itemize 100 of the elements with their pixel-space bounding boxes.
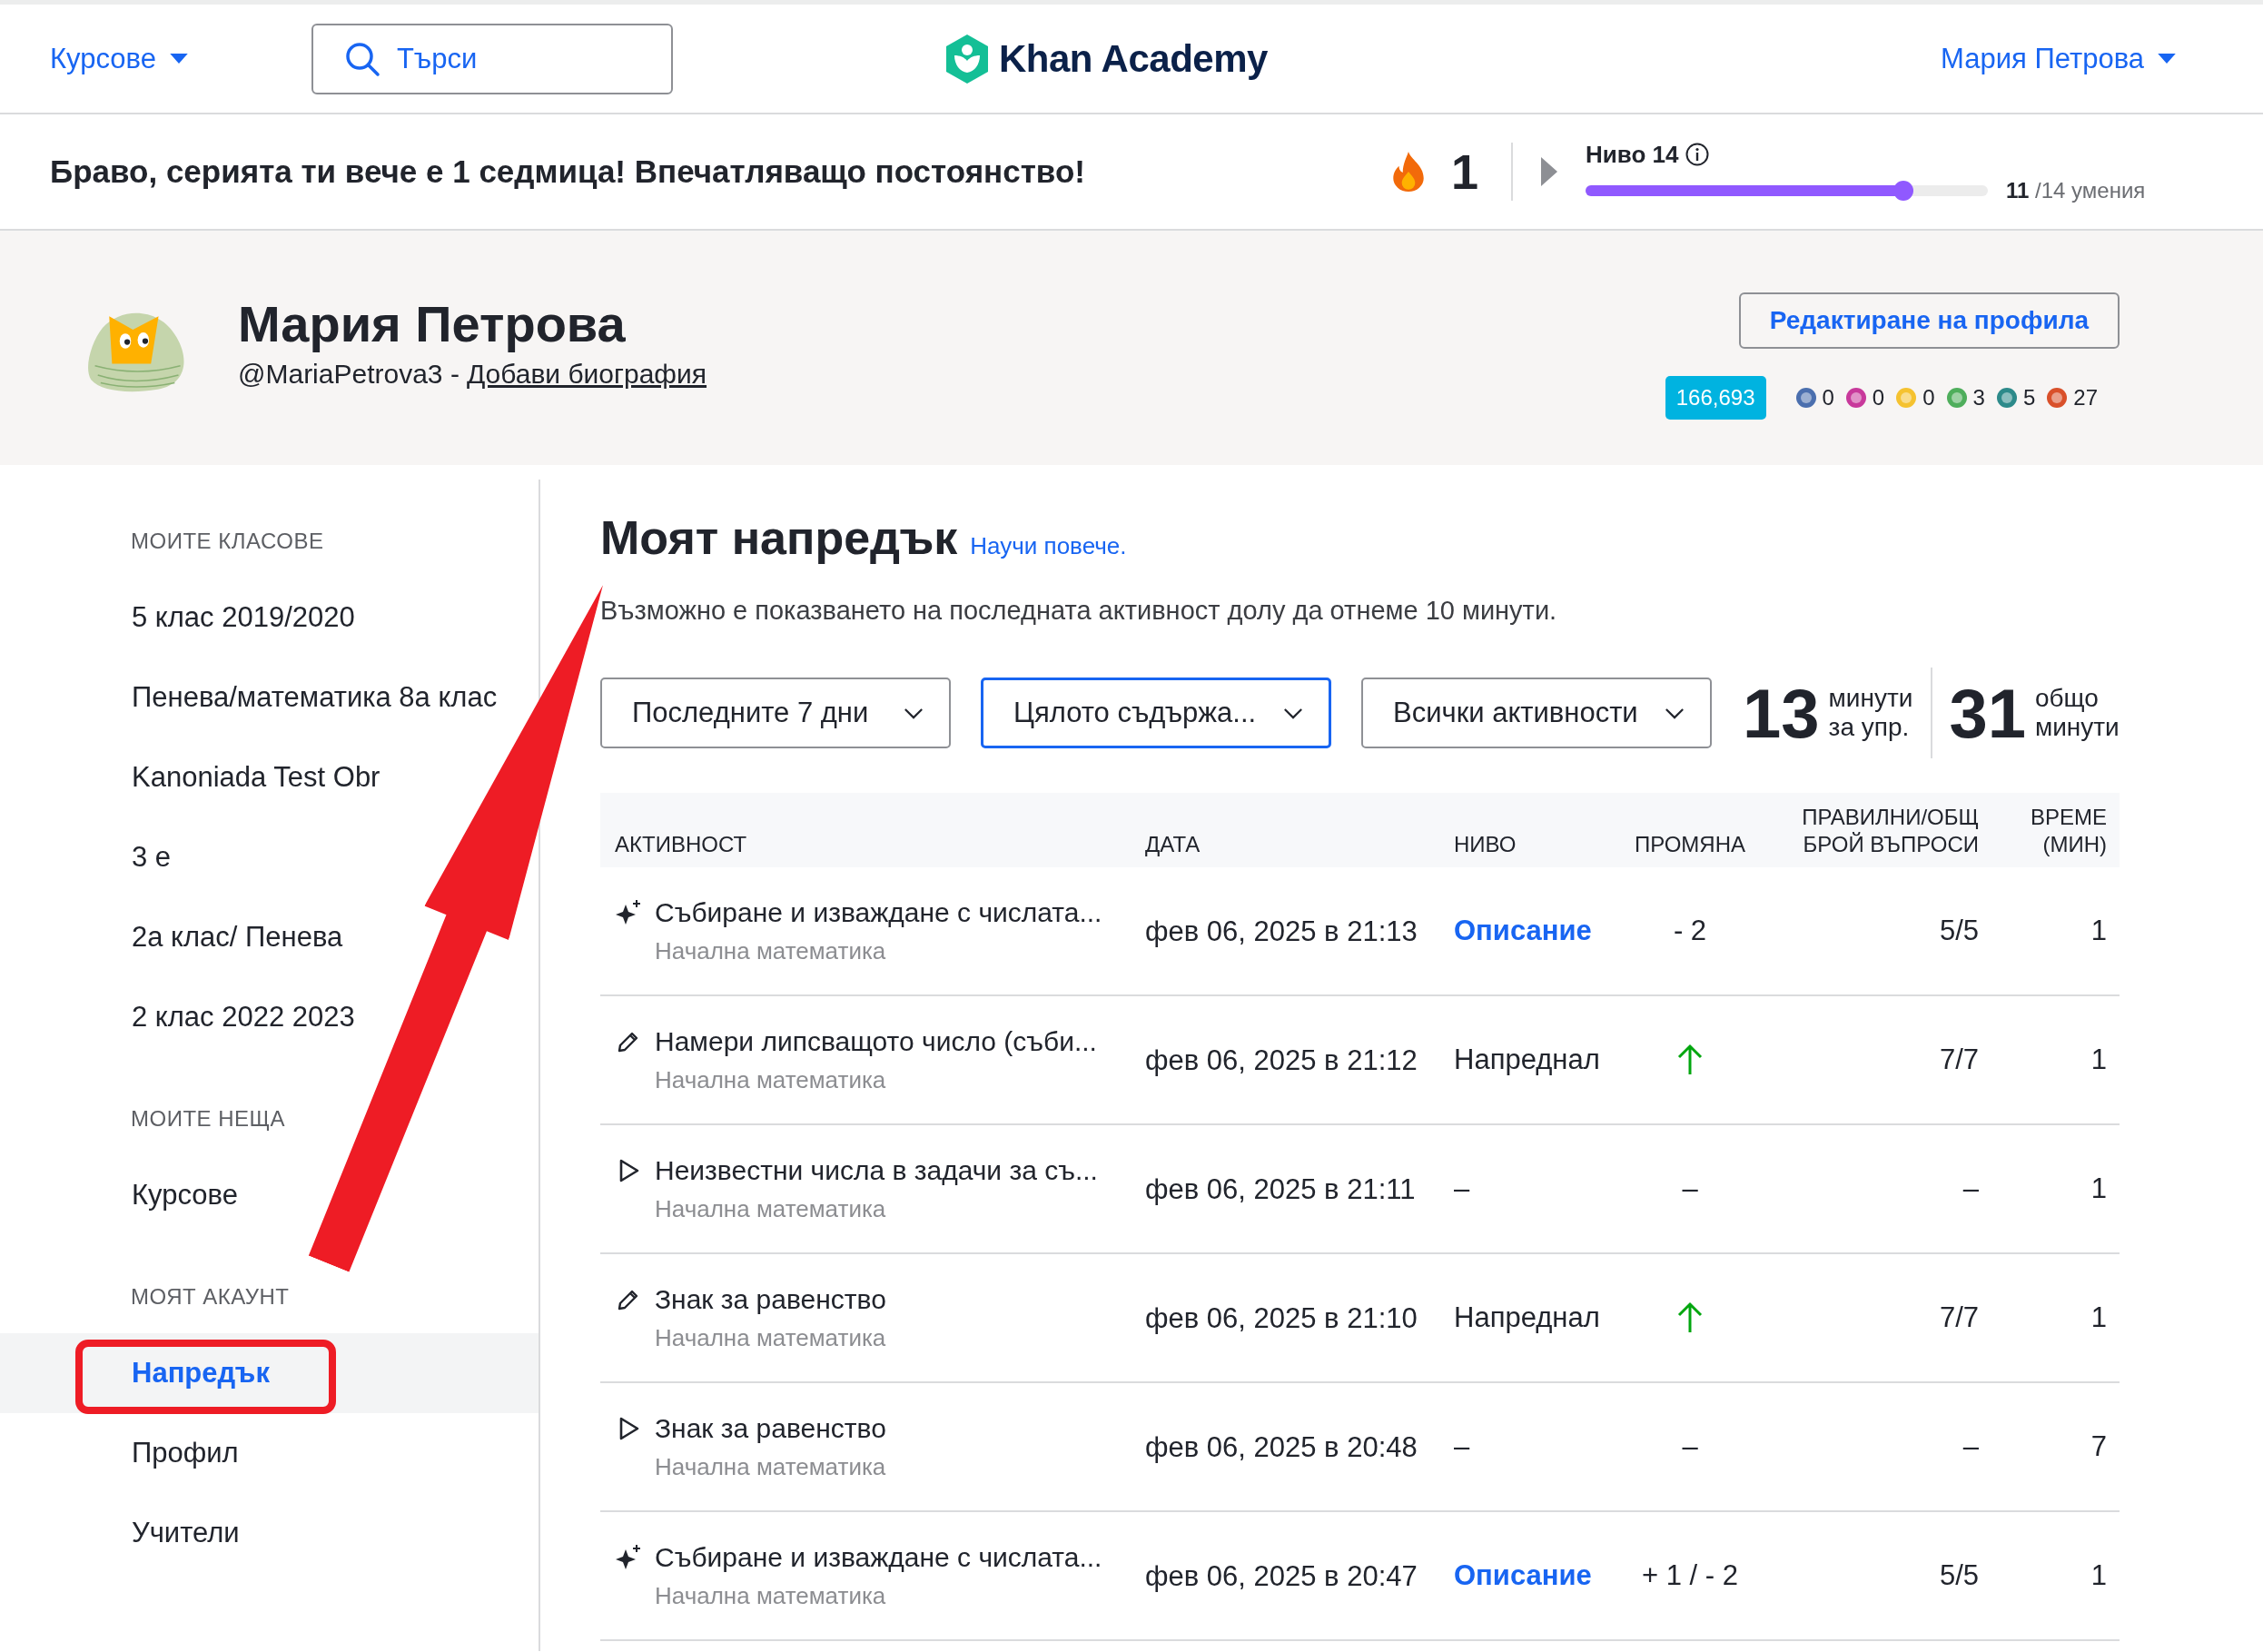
course-name: Начална математика xyxy=(655,1581,887,1610)
edit-profile-button[interactable]: Редактиране на профила xyxy=(1738,292,2120,349)
filter-dropdown[interactable]: Всички активности xyxy=(1361,678,1712,748)
activity-title[interactable]: Неизвестни числа в задачи за съ... xyxy=(655,1154,1098,1186)
add-bio-link[interactable]: Добави биография xyxy=(466,359,707,390)
column-header: НИВО xyxy=(1454,831,1517,858)
level-cell: – xyxy=(1454,1430,1470,1462)
stat-label: общо минути xyxy=(2034,683,2120,743)
column-header: ПРОМЯНА xyxy=(1633,831,1747,858)
change-cell: – xyxy=(1682,1172,1698,1205)
user-menu[interactable]: Мария Петрова xyxy=(1941,42,2177,75)
flame-icon xyxy=(1391,151,1426,193)
sidebar-item[interactable]: 3 е xyxy=(132,839,172,875)
correct-count-cell: 5/5 xyxy=(1939,915,1979,946)
column-header: ПРАВИЛНИ/ОБЩ БРОЙ ВЪПРОСИ xyxy=(1801,804,1980,858)
badge-count: 0 xyxy=(1922,385,1935,411)
correct-count-cell: 5/5 xyxy=(1939,1559,1979,1591)
username: @MariaPetrova3 - xyxy=(238,359,460,390)
sidebar-item[interactable]: Kanoniada Test Obr xyxy=(132,759,380,796)
time-cell: 1 xyxy=(2090,1044,2107,1075)
change-cell: – xyxy=(1682,1430,1698,1463)
sidebar-item[interactable]: Учители xyxy=(132,1515,240,1551)
activity-title[interactable]: Събиране и изваждане с числата... xyxy=(655,896,1102,928)
correct-count-cell: 7/7 xyxy=(1939,1044,1979,1075)
sparkle-icon xyxy=(615,898,642,926)
logo-icon xyxy=(944,34,990,84)
time-cell: 1 xyxy=(2090,1301,2107,1333)
badge-count: 0 xyxy=(1822,385,1834,411)
correct-count-cell: – xyxy=(1962,1430,1979,1462)
expand-arrow-icon[interactable] xyxy=(1540,156,1559,187)
activity-title[interactable]: Знак за равенство xyxy=(655,1412,886,1444)
streak-count: 1 xyxy=(1451,143,1479,200)
sparkle-icon xyxy=(615,1543,642,1571)
stat-label: минути за упр. xyxy=(1828,683,1913,743)
skills-count: 11 /14 умения xyxy=(2006,177,2146,203)
profile-name: Мария Петрова xyxy=(238,294,627,353)
chevron-down-icon xyxy=(904,707,924,719)
column-header: ДАТА xyxy=(1145,831,1201,858)
sidebar-item[interactable]: Напредък xyxy=(0,1333,539,1413)
caret-icon xyxy=(168,53,189,64)
time-cell: 1 xyxy=(2090,915,2107,946)
sidebar-item[interactable]: Пенева/математика 8а клас xyxy=(132,679,498,716)
streak-message: Браво, серията ти вече е 1 седмица! Впечатляващо постоянство! xyxy=(50,153,1085,190)
badge-count: 0 xyxy=(1872,385,1885,411)
sidebar-item[interactable]: 5 клас 2019/2020 xyxy=(132,599,355,636)
activity-title[interactable]: Събиране и изваждане с числата... xyxy=(655,1541,1102,1573)
stat-value: 13 xyxy=(1743,673,1820,753)
badge-count: 27 xyxy=(2073,385,2098,411)
badge-count: 5 xyxy=(2022,385,2036,411)
course-name: Начална математика xyxy=(655,1194,887,1223)
sidebar-item[interactable]: 2а клас/ Пенева xyxy=(132,919,343,955)
sidebar-heading: МОЯТ АКАУНТ xyxy=(131,1284,290,1310)
filter-dropdown[interactable]: Последните 7 дни xyxy=(600,678,951,748)
notice-text: Възможно е показването на последната активност долу да отнеме 10 минути. xyxy=(600,596,1558,626)
date-cell-text: фев 06, 2025 в 21:10 xyxy=(1145,1301,1418,1335)
course-name: Начална математика xyxy=(655,936,887,965)
sidebar-item[interactable]: Курсове xyxy=(132,1177,238,1213)
date-cell-text: фев 06, 2025 в 21:12 xyxy=(1145,1044,1418,1077)
time-cell: 1 xyxy=(2090,1172,2107,1204)
level-cell: Напреднал xyxy=(1454,1301,1600,1333)
caret-icon xyxy=(2157,53,2177,64)
activity-title[interactable]: Намери липсващото число (съби... xyxy=(655,1025,1097,1057)
date-cell-text: фев 06, 2025 в 20:47 xyxy=(1145,1559,1418,1593)
sidebar-heading: МОИТЕ НЕЩА xyxy=(131,1106,286,1132)
logo-text[interactable]: Khan Academy xyxy=(999,37,1268,81)
chevron-down-icon xyxy=(1283,707,1303,719)
stat-value: 31 xyxy=(1949,673,2026,753)
time-cell: 1 xyxy=(2090,1559,2107,1591)
page-title: Моят напредък xyxy=(600,510,958,565)
course-name: Начална математика xyxy=(655,1452,886,1481)
courses-menu[interactable]: Курсове xyxy=(50,42,189,75)
sidebar-item[interactable]: Профил xyxy=(132,1435,239,1471)
date-cell-text: фев 06, 2025 в 21:13 xyxy=(1145,915,1418,948)
time-cell: 7 xyxy=(2090,1430,2107,1462)
level-cell: Напреднал xyxy=(1454,1044,1600,1075)
correct-count-cell: – xyxy=(1962,1172,1979,1204)
chevron-down-icon xyxy=(1665,707,1685,719)
badge-count: 3 xyxy=(1972,385,1985,411)
date-cell-text: фев 06, 2025 в 20:48 xyxy=(1145,1430,1418,1464)
search-field[interactable]: Търси xyxy=(311,23,673,94)
date-cell-text: фев 06, 2025 в 21:11 xyxy=(1145,1172,1417,1206)
column-header: ВРЕМЕ (МИН) xyxy=(2029,804,2108,858)
sidebar-heading: МОИТЕ КЛАСОВЕ xyxy=(131,529,324,554)
level-cell: – xyxy=(1454,1172,1470,1204)
change-cell: - 2 xyxy=(1673,915,1707,947)
level-link[interactable]: Описание xyxy=(1454,1559,1592,1591)
correct-count-cell: 7/7 xyxy=(1939,1301,1979,1333)
search-icon xyxy=(343,40,380,77)
info-icon[interactable] xyxy=(1685,143,1710,166)
change-cell: + 1 / - 2 xyxy=(1642,1559,1738,1592)
filter-dropdown[interactable]: Цялото съдържа... xyxy=(981,678,1331,748)
level-label: Ниво 14 xyxy=(1586,140,1679,169)
activity-title[interactable]: Знак за равенство xyxy=(655,1283,886,1315)
energy-points-badge: 166,693 xyxy=(1665,376,1766,420)
sidebar-item[interactable]: 2 клас 2022 2023 xyxy=(132,999,355,1035)
learn-more-link[interactable]: Научи повече. xyxy=(970,532,1127,560)
search-input[interactable]: Търси xyxy=(394,41,635,76)
level-link[interactable]: Описание xyxy=(1454,915,1592,946)
column-header: АКТИВНОСТ xyxy=(614,831,748,858)
course-name: Начална математика xyxy=(655,1065,887,1094)
